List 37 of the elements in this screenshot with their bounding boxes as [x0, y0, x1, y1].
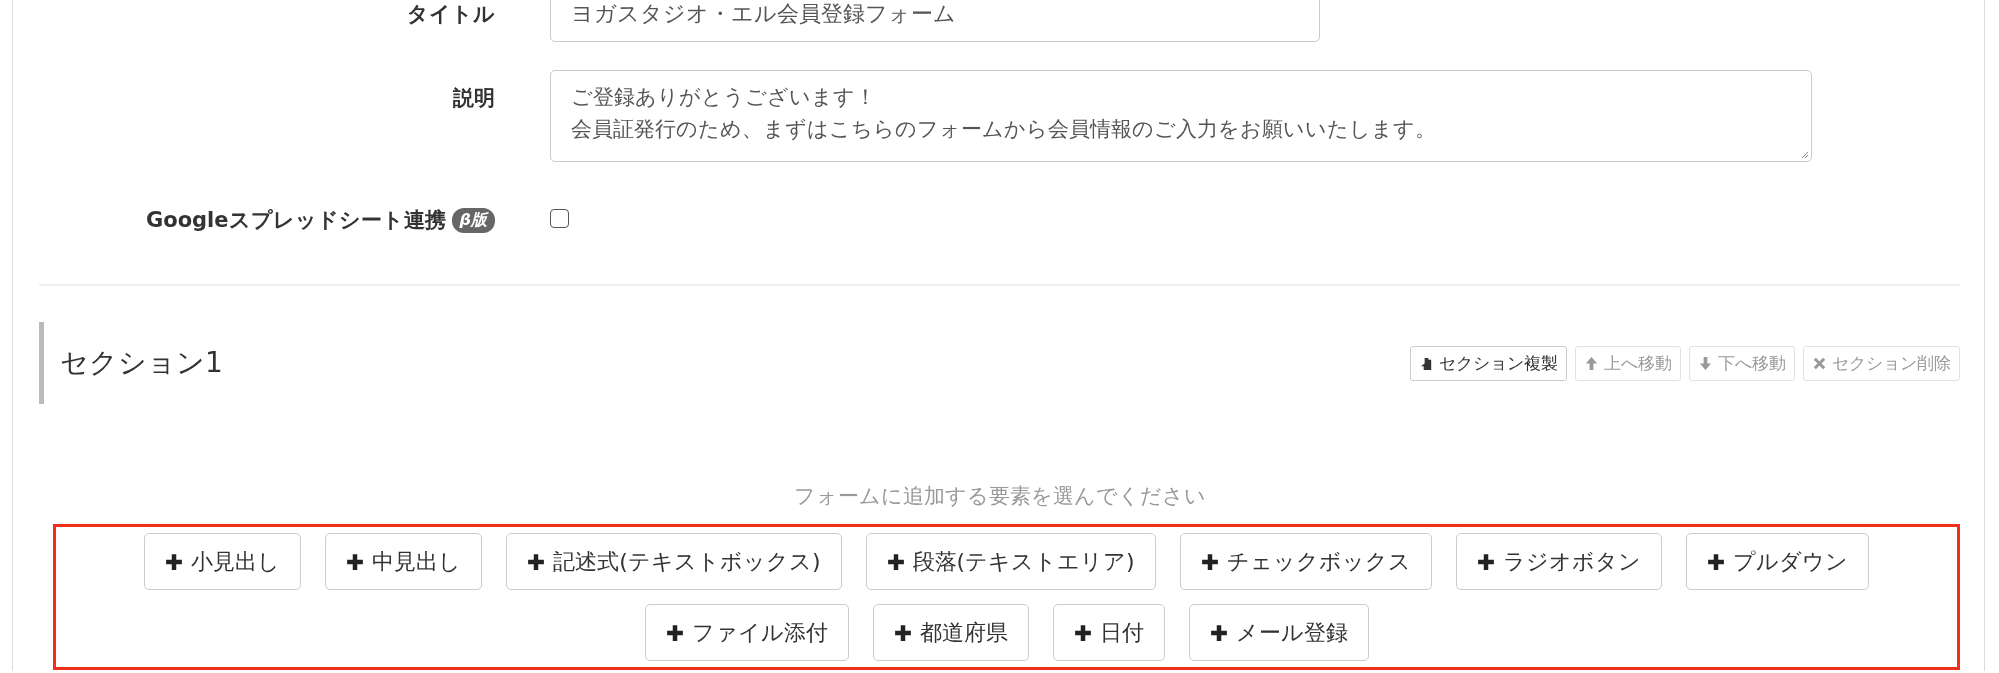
add-element-button[interactable]: ファイル添付: [644, 604, 849, 661]
plus-icon: [165, 552, 184, 571]
plus-icon: [1209, 623, 1228, 642]
plus-icon: [1200, 552, 1219, 571]
section-action-button[interactable]: セクション複製: [1410, 345, 1567, 381]
beta-badge: β版: [451, 207, 495, 233]
section-title: セクション1: [60, 345, 223, 381]
add-element-button[interactable]: 段落(テキストエリア): [865, 533, 1156, 590]
add-element-button[interactable]: ラジオボタン: [1455, 533, 1662, 590]
plus-icon: [346, 552, 365, 571]
plus-icon: [1073, 623, 1092, 642]
close-icon: [1812, 355, 1827, 371]
add-element-button[interactable]: プルダウン: [1685, 533, 1869, 590]
add-element-button[interactable]: 日付: [1052, 604, 1165, 661]
plus-icon: [665, 623, 684, 642]
add-element-button[interactable]: 記述式(テキストボックス): [506, 533, 842, 590]
plus-icon: [527, 552, 546, 571]
title-field[interactable]: ヨガスタジオ・エル会員登録フォーム: [550, 0, 1320, 42]
plus-icon: [1476, 552, 1495, 571]
plus-icon: [886, 552, 905, 571]
add-element-button[interactable]: 都道府県: [872, 604, 1029, 661]
clipboard-icon: [1419, 355, 1434, 371]
resize-handle-icon[interactable]: [1799, 149, 1809, 159]
field-label: タイトル: [407, 1, 495, 28]
arrow-down-icon: [1698, 355, 1713, 371]
description-field[interactable]: ご登録ありがとうございます！ 会員証発行のため、まずはこちらのフォームから会員情報のご入力をお願いいたします。: [550, 70, 1812, 162]
field-label: Googleスプレッドシート連携: [145, 207, 446, 234]
add-element-button[interactable]: メール登録: [1188, 604, 1369, 661]
checkbox[interactable]: [550, 208, 569, 228]
add-element-button[interactable]: チェックボックス: [1179, 533, 1432, 590]
arrow-up-icon: [1584, 355, 1599, 371]
field-label: 説明: [453, 85, 495, 112]
add-element-button[interactable]: 中見出し: [325, 533, 483, 590]
add-element-button[interactable]: 小見出し: [144, 533, 302, 590]
hint-text: フォームに追加する要素を選んでください: [793, 484, 1206, 508]
plus-icon: [893, 623, 912, 642]
plus-icon: [1706, 552, 1725, 571]
